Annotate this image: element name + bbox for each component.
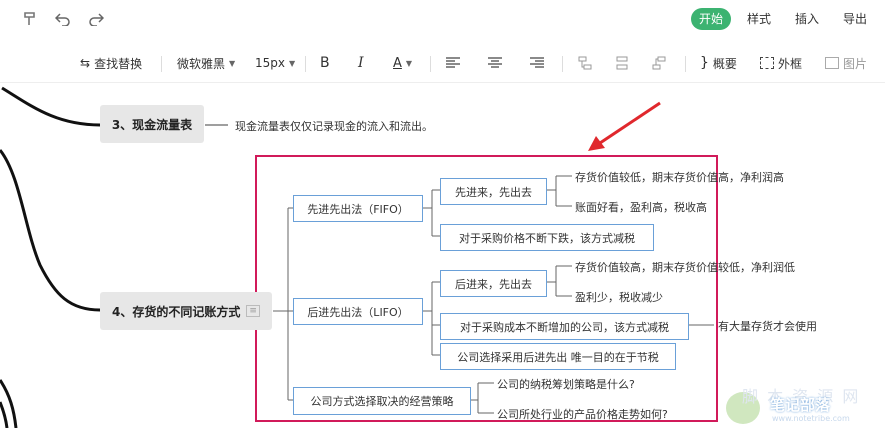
node-lifo-sub2[interactable]: 对于采购成本不断增加的公司，该方式减税 (440, 313, 689, 340)
node-fifo-sub[interactable]: 先进来，先出去 (440, 178, 547, 205)
node-lifo-sub2-note[interactable]: 有大量存货才会使用 (718, 318, 817, 334)
node-fifo-sub2[interactable]: 对于采购价格不断下跌，该方式减税 (440, 224, 654, 251)
watermark-url: www.notetribe.com (772, 414, 850, 423)
node-inventory-methods[interactable]: 4、存货的不同记账方式 ≡ (100, 292, 272, 330)
node-lifo-leaf2[interactable]: 盈利少，税收减少 (575, 289, 663, 305)
node-fifo[interactable]: 先进先出法（FIFO） (293, 195, 423, 222)
watermark-brand: 笔记部落 (770, 396, 831, 414)
node-strategy-q2[interactable]: 公司所处行业的产品价格走势如何? (497, 406, 668, 422)
node-lifo[interactable]: 后进先出法（LIFO） (293, 298, 423, 325)
node-fifo-leaf2[interactable]: 账面好看，盈利高，税收高 (575, 199, 707, 215)
note-icon[interactable]: ≡ (246, 305, 260, 317)
node-cash-flow[interactable]: 3、现金流量表 (100, 105, 204, 143)
node-lifo-sub[interactable]: 后进来，先出去 (440, 270, 547, 297)
node-lifo-sub3[interactable]: 公司选择采用后进先出 唯一目的在于节税 (440, 343, 676, 370)
node-cash-flow-note[interactable]: 现金流量表仅仅记录现金的流入和流出。 (235, 118, 433, 134)
node-fifo-leaf1[interactable]: 存货价值较低，期末存货价值高，净利润高 (575, 169, 784, 185)
node-strategy[interactable]: 公司方式选择取决的经营策略 (293, 387, 471, 415)
node-lifo-leaf1[interactable]: 存货价值较高，期末存货价值较低，净利润低 (575, 259, 795, 275)
node-strategy-q1[interactable]: 公司的纳税筹划策略是什么? (497, 376, 635, 392)
